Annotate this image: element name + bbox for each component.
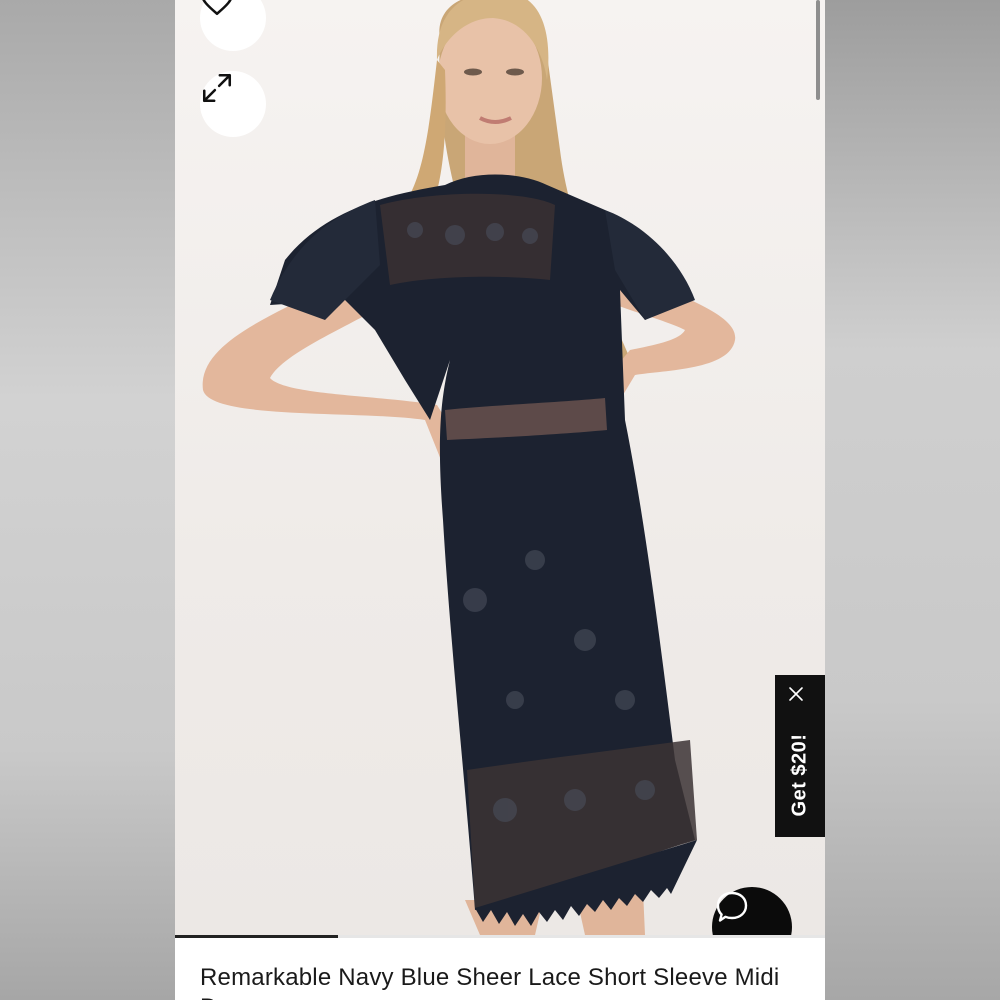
expand-image-button[interactable]: [200, 71, 266, 137]
heart-icon: [202, 0, 232, 16]
promo-tab[interactable]: Get $20!: [775, 675, 825, 837]
image-carousel-progress: [175, 935, 825, 938]
chat-bubble-icon: [716, 891, 748, 922]
right-backdrop: [825, 0, 1000, 1000]
product-info: Remarkable Navy Blue Sheer Lace Short Sl…: [175, 935, 825, 1000]
scrollbar[interactable]: [816, 0, 820, 100]
image-carousel-progress-fill: [175, 935, 338, 938]
product-image[interactable]: Get $20!: [175, 0, 825, 967]
left-backdrop: [0, 0, 175, 1000]
expand-arrows-icon: [202, 73, 232, 103]
product-title: Remarkable Navy Blue Sheer Lace Short Sl…: [200, 964, 780, 1000]
promo-label[interactable]: Get $20!: [789, 734, 812, 817]
product-screen: Get $20! Remarkable Navy Blue Sheer Lace…: [175, 0, 825, 1000]
model-illustration: [202, 0, 736, 935]
close-icon[interactable]: [788, 686, 812, 710]
